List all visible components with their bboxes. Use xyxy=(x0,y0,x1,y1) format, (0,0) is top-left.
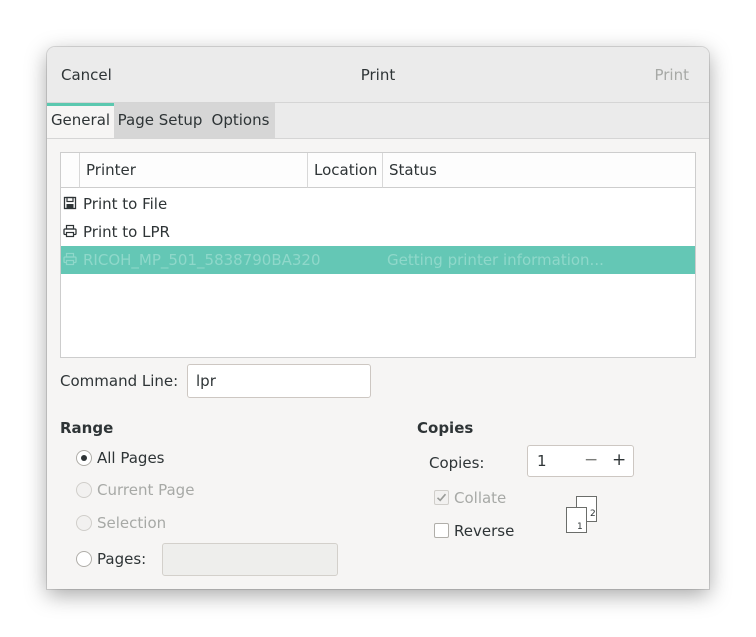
printer-icon xyxy=(63,252,77,266)
radio-button[interactable] xyxy=(76,450,92,466)
command-line-label: Command Line: xyxy=(60,372,179,390)
increment-button[interactable]: + xyxy=(612,450,626,470)
collate-front-page-number: 1 xyxy=(577,522,583,532)
radio-label: All Pages xyxy=(97,449,165,467)
copies-spinbutton[interactable]: 1 − + xyxy=(527,445,634,477)
tab-page-setup[interactable]: Page Setup xyxy=(114,103,206,138)
collate-back-page-number: 2 xyxy=(590,509,596,519)
copies-heading: Copies xyxy=(417,419,474,437)
collate-checkbox[interactable] xyxy=(434,490,449,505)
printer-list[interactable]: Printer Location Status Print to File Pr… xyxy=(60,152,696,358)
column-header-location[interactable]: Location xyxy=(308,153,383,188)
printer-status: Getting printer information... xyxy=(387,251,604,269)
printer-row-lpr[interactable]: Print to LPR xyxy=(61,218,695,246)
command-line-input[interactable]: lpr xyxy=(187,364,371,398)
printer-row-ricoh[interactable]: RICOH_MP_501_5838790BA320 Getting printe… xyxy=(61,246,695,274)
column-header-printer[interactable]: Printer xyxy=(80,153,308,188)
column-header-icon[interactable] xyxy=(61,153,80,188)
printer-name: RICOH_MP_501_5838790BA320 xyxy=(83,251,321,269)
printer-name: Print to LPR xyxy=(83,223,170,241)
radio-label: Current Page xyxy=(97,481,195,499)
collate-label: Collate xyxy=(454,489,507,507)
radio-button[interactable] xyxy=(76,515,92,531)
column-header-status[interactable]: Status xyxy=(383,153,695,188)
printer-icon xyxy=(63,224,77,238)
copies-label: Copies: xyxy=(429,454,485,472)
radio-button[interactable] xyxy=(76,551,92,567)
pages-input[interactable] xyxy=(162,543,338,576)
radio-label: Pages: xyxy=(97,550,147,568)
radio-label: Selection xyxy=(97,514,167,532)
print-button[interactable]: Print xyxy=(654,66,689,84)
printer-row-file[interactable]: Print to File xyxy=(61,190,695,218)
decrement-button[interactable]: − xyxy=(584,450,598,470)
printer-name: Print to File xyxy=(83,195,168,213)
print-dialog: Cancel Print Print General Page Setup Op… xyxy=(47,47,709,589)
check-icon xyxy=(436,493,447,502)
dialog-title: Print xyxy=(360,66,396,84)
radio-button[interactable] xyxy=(76,482,92,498)
range-heading: Range xyxy=(60,419,114,437)
header-bar: Cancel Print Print xyxy=(47,47,709,103)
tab-options[interactable]: Options xyxy=(206,103,275,138)
reverse-checkbox[interactable] xyxy=(434,523,449,538)
tab-bar: General Page Setup Options xyxy=(47,103,709,139)
save-file-icon xyxy=(63,196,77,210)
collate-pages-icon: 2 1 xyxy=(566,496,597,533)
tab-general[interactable]: General xyxy=(47,103,114,138)
copies-value[interactable]: 1 xyxy=(537,452,547,470)
reverse-label: Reverse xyxy=(454,522,515,540)
